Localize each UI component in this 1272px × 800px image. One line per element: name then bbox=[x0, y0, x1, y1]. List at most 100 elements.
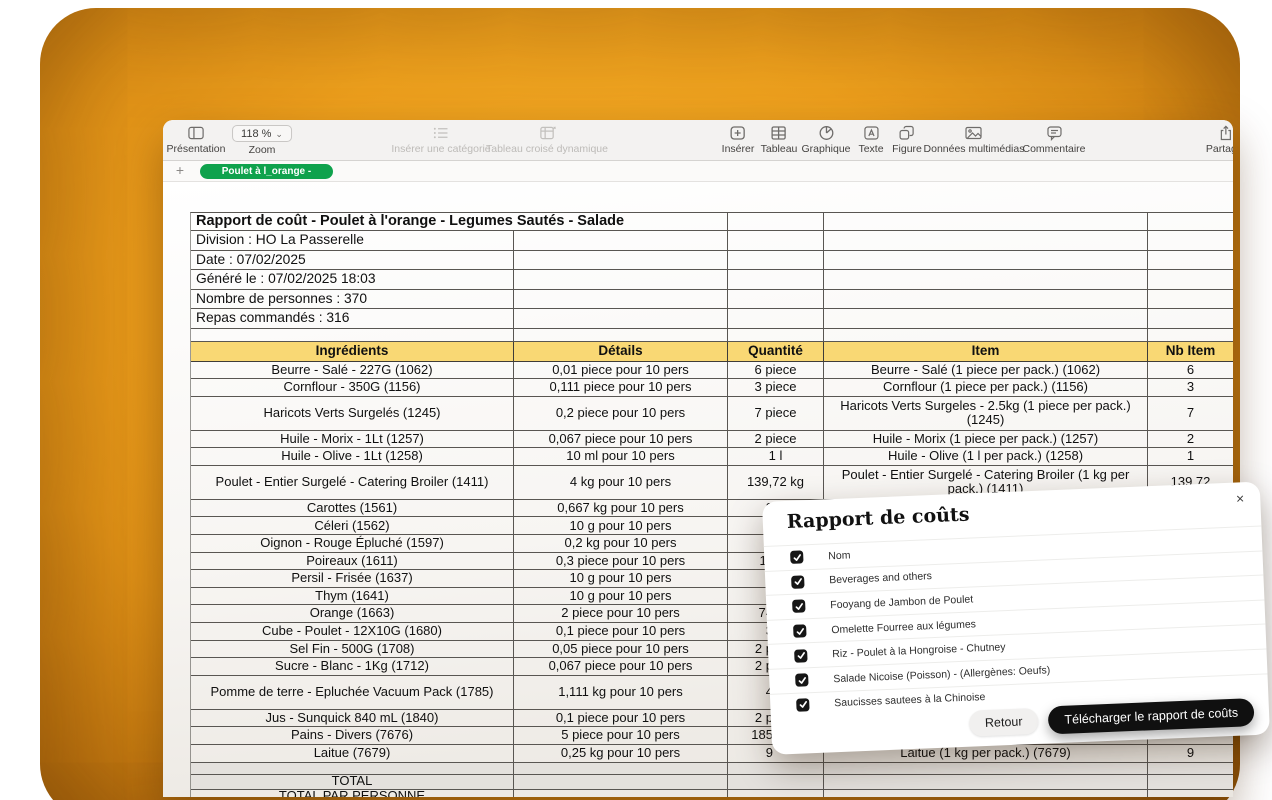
add-sheet-button[interactable]: + bbox=[171, 162, 189, 178]
table-button[interactable]: Tableau bbox=[761, 125, 798, 155]
share-label: Partager bbox=[1206, 143, 1233, 155]
info-text: Généré le : 07/02/2025 18:03 bbox=[191, 270, 514, 290]
table-label: Tableau bbox=[761, 143, 798, 155]
dialog-title: Rapport de coûts bbox=[786, 504, 969, 533]
cell-details: 0,1 piece pour 10 pers bbox=[514, 710, 728, 728]
shape-button[interactable]: Figure bbox=[892, 125, 922, 155]
screenshot-stage: Présentation 118 % ⌄ Zoom Insérer une ca… bbox=[0, 0, 1272, 800]
cell-details: 0,05 piece pour 10 pers bbox=[514, 641, 728, 659]
col-header-quantity: Quantité bbox=[728, 342, 824, 362]
checkbox-checked-icon[interactable] bbox=[794, 649, 808, 663]
pie-chart-icon bbox=[818, 125, 834, 141]
col-header-nbitem: Nb Item bbox=[1148, 342, 1233, 362]
zoom-label: Zoom bbox=[249, 144, 276, 156]
comment-label: Commentaire bbox=[1022, 143, 1085, 155]
comment-button[interactable]: Commentaire bbox=[1022, 125, 1085, 155]
table-row[interactable]: Cornflour - 350G (1156)0,111 piece pour … bbox=[191, 379, 1233, 397]
option-label: Riz - Poulet à la Hongroise - Chutney bbox=[832, 641, 1006, 660]
total-per-person-row: TOTAL PAR PERSONNE bbox=[191, 790, 1233, 797]
shape-label: Figure bbox=[892, 143, 922, 155]
checkbox-checked-icon[interactable] bbox=[790, 551, 804, 565]
cell-nbitem: 9 bbox=[1148, 745, 1233, 763]
cell-ingredient: Poireaux (1611) bbox=[191, 553, 514, 571]
checkbox-checked-icon[interactable] bbox=[796, 698, 810, 712]
info-text: Division : HO La Passerelle bbox=[191, 231, 514, 251]
zoom-value-pill[interactable]: 118 % ⌄ bbox=[232, 125, 292, 142]
toolbar: Présentation 118 % ⌄ Zoom Insérer une ca… bbox=[163, 120, 1233, 161]
presentation-button[interactable]: Présentation bbox=[167, 125, 226, 155]
cell-quantity: 139,72 kg bbox=[728, 466, 824, 500]
checkbox-checked-icon[interactable] bbox=[793, 624, 807, 638]
cell-ingredient: Orange (1663) bbox=[191, 605, 514, 623]
cell-quantity: 7 piece bbox=[728, 397, 824, 431]
cell-ingredient: Huile - Olive - 1Lt (1258) bbox=[191, 448, 514, 466]
cell-details: 10 g pour 10 pers bbox=[514, 517, 728, 535]
cell-quantity: 2 piece bbox=[728, 431, 824, 449]
cell-details: 0,667 kg pour 10 pers bbox=[514, 500, 728, 518]
cell-ingredient: Laitue (7679) bbox=[191, 745, 514, 763]
col-header-ingredients: Ingrédients bbox=[191, 342, 514, 362]
total-label: TOTAL bbox=[191, 775, 514, 790]
table-row[interactable]: Haricots Verts Surgelés (1245)0,2 piece … bbox=[191, 397, 1233, 431]
cell-ingredient: Huile - Morix - 1Lt (1257) bbox=[191, 431, 514, 449]
cell-ingredient: Pains - Divers (7676) bbox=[191, 727, 514, 745]
cell-nbitem: 3 bbox=[1148, 379, 1233, 397]
info-text: Nombre de personnes : 370 bbox=[191, 290, 514, 310]
media-label: Données multimédias bbox=[924, 143, 1025, 155]
text-button[interactable]: Texte bbox=[858, 125, 883, 155]
cell-nbitem: 7 bbox=[1148, 397, 1233, 431]
sidebar-view-icon bbox=[188, 125, 205, 141]
cell-ingredient: Jus - Sunquick 840 mL (1840) bbox=[191, 710, 514, 728]
pivot-table-label: Tableau croisé dynamique bbox=[486, 143, 608, 155]
cell-details: 0,3 piece pour 10 pers bbox=[514, 553, 728, 571]
cell-nbitem: 1 bbox=[1148, 448, 1233, 466]
cell-nbitem: 6 bbox=[1148, 362, 1233, 380]
cell-quantity: 3 piece bbox=[728, 379, 824, 397]
back-button[interactable]: Retour bbox=[968, 708, 1039, 737]
insert-plus-icon bbox=[730, 125, 746, 141]
cell-ingredient: Cornflour - 350G (1156) bbox=[191, 379, 514, 397]
spacer-row bbox=[191, 329, 1233, 342]
checkbox-checked-icon[interactable] bbox=[792, 600, 806, 614]
cell-ingredient: Pomme de terre - Epluchée Vacuum Pack (1… bbox=[191, 676, 514, 710]
cell-ingredient: Sucre - Blanc - 1Kg (1712) bbox=[191, 658, 514, 676]
text-label: Texte bbox=[858, 143, 883, 155]
cell-item: Beurre - Salé (1 piece per pack.) (1062) bbox=[824, 362, 1148, 380]
zoom-value: 118 % bbox=[241, 128, 271, 140]
text-box-icon bbox=[863, 125, 879, 141]
report-title-row: Rapport de coût - Poulet à l'orange - Le… bbox=[191, 213, 1233, 231]
option-label: Beverages and others bbox=[829, 570, 932, 586]
checkbox-checked-icon[interactable] bbox=[795, 674, 809, 688]
cell-quantity: 1 l bbox=[728, 448, 824, 466]
insert-label: Insérer bbox=[722, 143, 755, 155]
cell-ingredient: Sel Fin - 500G (1708) bbox=[191, 641, 514, 659]
cell-details: 0,2 kg pour 10 pers bbox=[514, 535, 728, 553]
option-label: Saucisses sautees à la Chinoise bbox=[834, 691, 986, 709]
table-row[interactable]: Huile - Olive - 1Lt (1258)10 ml pour 10 … bbox=[191, 448, 1233, 466]
zoom-control[interactable]: 118 % ⌄ Zoom bbox=[232, 125, 292, 156]
share-button[interactable]: Partager bbox=[1206, 125, 1233, 155]
cell-details: 5 piece pour 10 pers bbox=[514, 727, 728, 745]
checkbox-checked-icon[interactable] bbox=[791, 575, 805, 589]
column-header-row: Ingrédients Détails Quantité Item Nb Ite… bbox=[191, 342, 1233, 362]
dialog-option-list: Nom Beverages and others Fooyang de Jambon… bbox=[764, 526, 1269, 718]
media-button[interactable]: Données multimédias bbox=[924, 125, 1025, 155]
insert-button[interactable]: Insérer bbox=[722, 125, 755, 155]
cell-details: 0,067 piece pour 10 pers bbox=[514, 431, 728, 449]
cell-item: Cornflour (1 piece per pack.) (1156) bbox=[824, 379, 1148, 397]
cell-details: 2 piece pour 10 pers bbox=[514, 605, 728, 623]
option-label: Fooyang de Jambon de Poulet bbox=[830, 593, 973, 611]
insert-category-button: Insérer une catégorie bbox=[391, 125, 490, 155]
info-row: Repas commandés : 316 bbox=[191, 309, 1233, 329]
table-row[interactable]: Huile - Morix - 1Lt (1257)0,067 piece po… bbox=[191, 431, 1233, 449]
cell-ingredient: Haricots Verts Surgelés (1245) bbox=[191, 397, 514, 431]
option-label: Nom bbox=[828, 549, 851, 562]
cell-ingredient: Cube - Poulet - 12X10G (1680) bbox=[191, 623, 514, 641]
cell-details: 0,111 piece pour 10 pers bbox=[514, 379, 728, 397]
chart-button[interactable]: Graphique bbox=[801, 125, 850, 155]
table-row[interactable]: Beurre - Salé - 227G (1062)0,01 piece po… bbox=[191, 362, 1233, 380]
close-icon[interactable]: × bbox=[1236, 490, 1245, 506]
spacer-row bbox=[191, 763, 1233, 775]
table-row[interactable]: Laitue (7679)0,25 kg pour 10 pers9Laitue… bbox=[191, 745, 1233, 763]
sheet-tab-poulet[interactable]: Poulet à l_orange - bbox=[200, 164, 333, 179]
